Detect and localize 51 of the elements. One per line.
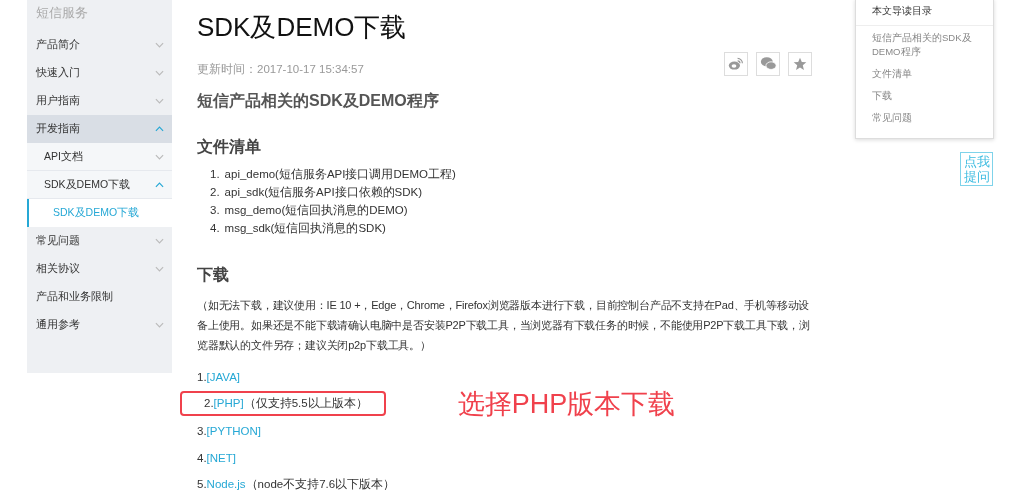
sidebar-item[interactable]: 快速入门 [27, 59, 172, 87]
sidebar-item[interactable]: 相关协议 [27, 255, 172, 283]
share-button[interactable] [724, 51, 748, 76]
sidebar-item[interactable]: 产品和业务限制 [27, 283, 172, 311]
ask-button[interactable]: 点我提问 [960, 152, 993, 186]
list-number: 1. [197, 370, 207, 383]
sidebar-item[interactable]: 用户指南 [27, 87, 172, 115]
annotation-text: 选择PHP版本下载 [457, 387, 676, 421]
download-link[interactable]: [JAVA] [206, 370, 241, 383]
version-note: （node不支持7.6以下版本） [245, 478, 396, 490]
sidebar-item[interactable]: 常见问题 [27, 227, 172, 255]
toc-link[interactable]: 短信产品相关的SDK及DEMO程序 [856, 26, 993, 62]
download-link[interactable]: [NET] [206, 451, 236, 464]
toc-link[interactable]: 文件清单 [856, 62, 993, 84]
file-list-item: api_sdk(短信服务API接口依赖的SDK) [224, 185, 423, 200]
toc-link[interactable]: 常见问题 [856, 106, 993, 128]
section-heading: 下载 [197, 265, 230, 285]
download-link[interactable]: Node.js [206, 478, 246, 490]
file-list-item: msg_sdk(短信回执消息的SDK) [224, 221, 386, 236]
update-time: 更新时间：2017-10-17 15:34:57 [197, 62, 364, 77]
share-button[interactable] [756, 51, 780, 76]
version-note: （仅支持5.5以上版本） [243, 397, 368, 409]
star-icon [793, 56, 807, 71]
section-heading: 文件清单 [197, 137, 262, 157]
list-number: 2. [210, 185, 220, 200]
list-number: 5. [197, 478, 207, 490]
list-number: 3. [210, 203, 220, 218]
swirl-icon [728, 55, 744, 72]
sidebar-item[interactable]: SDK及DEMO下载 [27, 199, 172, 227]
sidebar-title: 短信服务 [35, 4, 89, 22]
toc-link[interactable]: 下载 [856, 84, 993, 106]
sidebar-item[interactable]: SDK及DEMO下载 [27, 171, 172, 199]
list-number: 3. [197, 424, 207, 437]
list-number: 2. [204, 397, 214, 409]
list-number: 4. [210, 221, 220, 236]
sidebar-item[interactable]: 通用参考 [27, 311, 172, 339]
list-number: 4. [197, 451, 207, 464]
download-link[interactable]: [PHP] [213, 397, 244, 409]
file-list-item: msg_demo(短信回执消息的DEMO) [224, 203, 408, 218]
file-list-item: api_demo(短信服务API接口调用DEMO工程) [224, 167, 456, 182]
toc-title: 本文导读目录 [856, 0, 993, 26]
sidebar-item[interactable]: 开发指南 [27, 115, 172, 143]
chat-bubbles-icon [759, 55, 777, 72]
sidebar-item[interactable]: API文档 [27, 143, 172, 171]
download-note: （如无法下载，建议使用：IE 10 +，Edge，Chrome，Firefox浏览器版本进行下载，目前控制台产品不支持在Pad、手机等移动设备上使用。如果还是不能下载请确认电脑中是否安装P2P下载工具，当浏览器有下载任务的时候，不能使用P2P下载工具下载，浏览器默认的文件另存；建议关闭p2p下载工具。） [197, 298, 811, 353]
list-number: 1. [210, 167, 220, 182]
download-link[interactable]: [PYTHON] [206, 424, 261, 437]
page-title: SDK及DEMO下载 [197, 11, 408, 44]
sidebar-item[interactable]: 产品简介 [27, 31, 172, 59]
section-heading: 短信产品相关的SDK及DEMO程序 [197, 91, 440, 111]
share-button[interactable] [788, 51, 812, 76]
